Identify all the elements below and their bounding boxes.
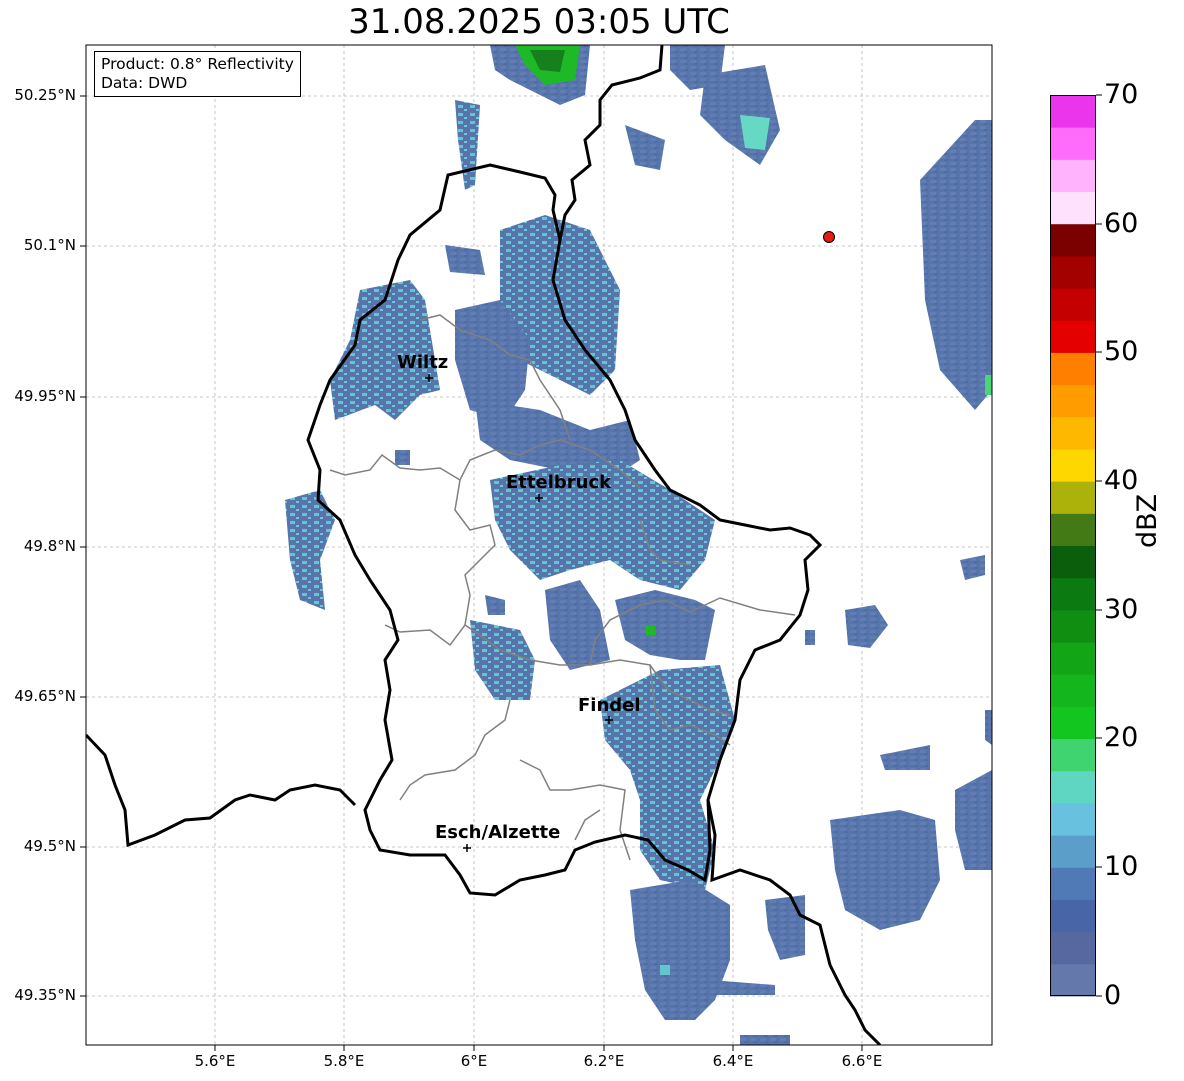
- lat-label: 49.35°N: [14, 986, 76, 1004]
- red-location-marker: [823, 231, 835, 243]
- colorbar: [1050, 95, 1096, 996]
- colorbar-tick-label: 20: [1104, 722, 1139, 753]
- lat-label: 49.8°N: [23, 537, 76, 555]
- city-label-wiltz: Wiltz: [397, 352, 448, 373]
- lat-label: 50.25°N: [14, 86, 76, 104]
- radar-map: Wiltz Ettelbruck Findel Esch/Alzette: [80, 44, 1102, 1051]
- lat-label: 50.1°N: [23, 236, 76, 254]
- lon-label: 6°E: [460, 1052, 488, 1070]
- city-label-ettelbruck: Ettelbruck: [506, 472, 612, 493]
- city-label-esch-alzette: Esch/Alzette: [435, 822, 560, 843]
- info-data-source: Data: DWD: [101, 74, 188, 92]
- colorbar-title: dBZ: [1132, 493, 1163, 548]
- lat-label: 49.65°N: [14, 687, 76, 705]
- colorbar-tick-label: 70: [1104, 79, 1139, 110]
- colorbar-tick-label: 60: [1104, 208, 1139, 239]
- lon-label: 6.6°E: [841, 1052, 883, 1070]
- city-label-findel: Findel: [578, 695, 641, 716]
- info-box: Product: 0.8° Reflectivity Data: DWD: [94, 51, 301, 97]
- lat-label: 49.5°N: [23, 837, 76, 855]
- info-product: Product: 0.8° Reflectivity: [101, 55, 294, 73]
- lon-label: 5.8°E: [323, 1052, 365, 1070]
- colorbar-tick-label: 10: [1104, 851, 1139, 882]
- colorbar-tick-label: 50: [1104, 336, 1139, 367]
- lat-label: 49.95°N: [14, 387, 76, 405]
- colorbar-tick-label: 0: [1104, 980, 1122, 1011]
- colorbar-tick-label: 30: [1104, 594, 1139, 625]
- lon-label: 6.4°E: [712, 1052, 754, 1070]
- lon-label: 6.2°E: [583, 1052, 625, 1070]
- lon-label: 5.6°E: [194, 1052, 236, 1070]
